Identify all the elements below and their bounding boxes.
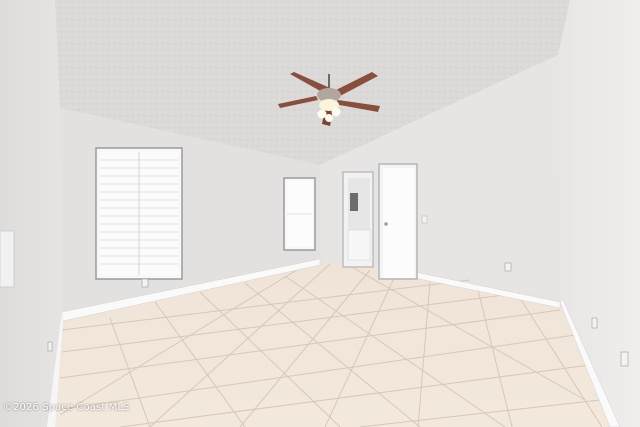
outlet-icon xyxy=(141,278,149,288)
window-center xyxy=(283,177,316,251)
light-switch-icon xyxy=(421,215,428,224)
bathroom-doorway xyxy=(342,171,374,268)
left-wall xyxy=(0,0,62,427)
bedroom-photo: ©2026 Space Coast MLS xyxy=(0,0,640,427)
watermark: ©2026 Space Coast MLS xyxy=(3,402,130,413)
outlet-icon xyxy=(47,341,53,352)
room-drawing xyxy=(0,0,640,427)
outlet-icon xyxy=(620,351,629,367)
outlet-icon xyxy=(504,262,512,272)
door-knob-icon xyxy=(384,222,388,226)
window-left xyxy=(95,147,183,280)
closet-door xyxy=(378,163,418,280)
thermostat-icon xyxy=(0,230,15,288)
outlet-icon xyxy=(591,317,598,329)
